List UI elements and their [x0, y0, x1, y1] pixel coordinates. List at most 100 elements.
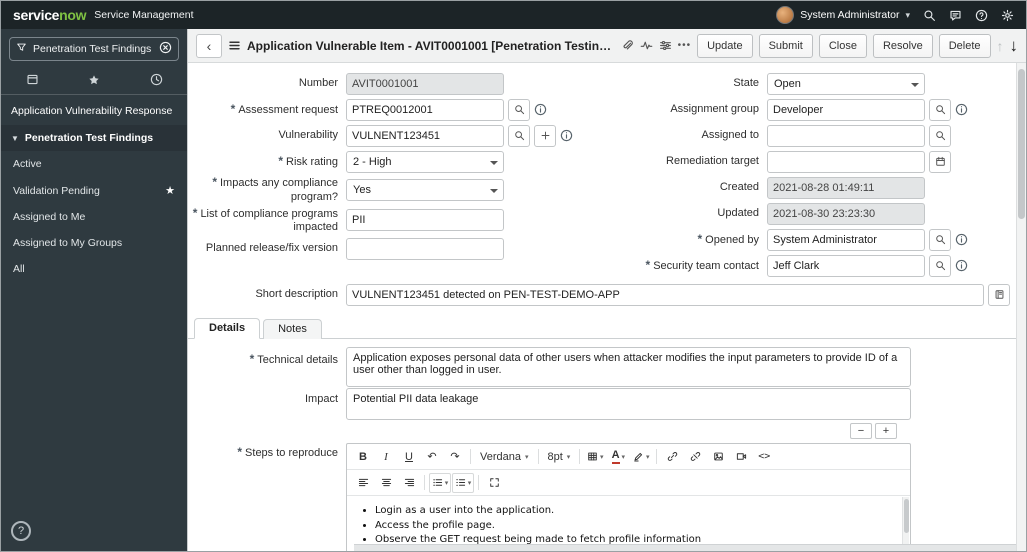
underline-button[interactable]: U	[398, 447, 420, 467]
fullscreen-icon[interactable]	[483, 473, 505, 493]
numbered-list-icon[interactable]: ▾	[452, 472, 474, 493]
filter-input[interactable]: Penetration Test Findings	[33, 43, 153, 55]
background-color-icon[interactable]: ▾	[630, 447, 652, 467]
remediation-target-calendar-icon[interactable]	[929, 150, 951, 173]
insert-video-icon[interactable]	[730, 447, 752, 467]
all-applications-tab[interactable]	[1, 65, 63, 94]
item-label: Validation Pending	[13, 184, 100, 197]
risk-rating-select[interactable]: 2 - High	[346, 150, 504, 173]
assigned-to-input[interactable]	[767, 124, 925, 147]
align-right-icon[interactable]	[398, 473, 420, 493]
remediation-target-input[interactable]	[767, 150, 925, 173]
grow-editor-button[interactable]: +	[875, 423, 897, 439]
activity-stream-icon[interactable]	[640, 39, 653, 52]
steps-label: * Steps to reproduce	[237, 445, 338, 459]
steps-editor-wrap: − + B I U ↶ ↷ Verdana ▾ 8pt ▾ ▾ A ▾ ▾ <>…	[346, 421, 911, 551]
tab-notes[interactable]: Notes	[263, 319, 322, 339]
search-icon[interactable]	[923, 9, 936, 22]
security-contact-lookup-icon[interactable]	[929, 254, 951, 277]
assignment-group-lookup-icon[interactable]	[929, 98, 951, 121]
italic-button[interactable]: I	[375, 447, 397, 467]
sidebar-item-active[interactable]: Active	[1, 151, 187, 177]
submit-button[interactable]: Submit	[758, 33, 813, 58]
help-icon[interactable]	[975, 9, 988, 22]
security-contact-info-icon[interactable]	[955, 259, 968, 272]
impact-textarea[interactable]: Potential PII data leakage	[346, 388, 911, 420]
align-left-icon[interactable]	[352, 473, 374, 493]
required-icon: *	[192, 205, 198, 220]
favorite-star-icon[interactable]: ★	[165, 184, 175, 197]
page-scrollbar-thumb[interactable]	[1018, 69, 1025, 219]
state-select[interactable]: Open	[767, 72, 925, 95]
remove-link-icon[interactable]	[684, 447, 706, 467]
back-button[interactable]: ‹	[196, 33, 222, 58]
sidebar-item-assigned-to-my-groups[interactable]: Assigned to My Groups	[1, 230, 187, 256]
knowledge-search-icon[interactable]	[988, 283, 1010, 306]
tab-details[interactable]: Details	[194, 318, 261, 339]
field-steps-to-reproduce: * Steps to reproduce − + B I U ↶ ↷ Verda…	[188, 421, 1016, 551]
redo-icon[interactable]: ↷	[444, 447, 466, 467]
delete-button[interactable]: Delete	[938, 33, 991, 58]
history-tab[interactable]	[125, 65, 187, 94]
assignment-group-input[interactable]	[767, 98, 925, 121]
insert-link-icon[interactable]	[661, 447, 683, 467]
close-button[interactable]: Close	[818, 33, 867, 58]
source-code-icon[interactable]: <>	[753, 447, 775, 467]
favorites-tab[interactable]	[63, 65, 125, 94]
impacts-compliance-select[interactable]: Yes	[346, 178, 504, 201]
insert-image-icon[interactable]	[707, 447, 729, 467]
opened-by-input[interactable]	[767, 228, 925, 251]
vulnerability-info-icon[interactable]	[560, 129, 573, 142]
page-scrollbar[interactable]	[1016, 63, 1026, 551]
sidebar-item-validation-pending[interactable]: Validation Pending ★	[1, 177, 187, 204]
undo-icon[interactable]: ↶	[421, 447, 443, 467]
chat-icon[interactable]	[949, 9, 962, 22]
clear-filter-icon[interactable]	[159, 41, 172, 57]
sidebar-item-assigned-to-me[interactable]: Assigned to Me	[1, 204, 187, 230]
align-center-icon[interactable]	[375, 473, 397, 493]
resolve-button[interactable]: Resolve	[872, 33, 933, 58]
module-section-penetration-test-findings[interactable]: ▼ Penetration Test Findings	[1, 125, 187, 151]
assigned-to-lookup-icon[interactable]	[929, 124, 951, 147]
planned-release-label: Planned release/fix version	[205, 241, 338, 254]
form-columns: Number *Assessment request Vulnerability	[188, 63, 1016, 279]
compliance-programs-input[interactable]	[346, 209, 504, 232]
editor-content[interactable]: Login as a user into the application. Ac…	[347, 496, 910, 551]
shrink-editor-button[interactable]: −	[850, 423, 872, 439]
editor-scrollbar-thumb[interactable]	[904, 499, 909, 533]
opened-by-info-icon[interactable]	[955, 233, 968, 246]
servicenow-logo[interactable]: servicenow	[13, 7, 87, 23]
next-record-icon[interactable]: ↓	[1010, 36, 1019, 56]
bullet-list-icon[interactable]: ▾	[429, 472, 451, 493]
assessment-request-input[interactable]	[346, 98, 504, 121]
assignment-group-info-icon[interactable]	[955, 103, 968, 116]
vulnerability-input[interactable]	[346, 124, 504, 147]
vulnerability-add-icon[interactable]	[534, 124, 556, 147]
security-contact-input[interactable]	[767, 254, 925, 277]
bold-button[interactable]: B	[352, 447, 374, 467]
sidebar-item-all[interactable]: All	[1, 256, 187, 282]
assessment-request-lookup-icon[interactable]	[508, 98, 530, 121]
attachment-paperclip-icon[interactable]	[621, 39, 634, 52]
editor-scrollbar[interactable]	[902, 497, 909, 551]
table-icon[interactable]: ▾	[584, 447, 606, 467]
state-label: State	[733, 76, 759, 89]
security-contact-label: * Security team contact	[645, 257, 759, 272]
gear-icon[interactable]	[1001, 9, 1014, 22]
font-size-select[interactable]: 8pt ▾	[543, 447, 576, 467]
update-button[interactable]: Update	[697, 33, 753, 58]
planned-release-input[interactable]	[346, 237, 504, 260]
short-description-input[interactable]	[346, 283, 984, 306]
vulnerability-lookup-icon[interactable]	[508, 124, 530, 147]
user-menu[interactable]: System Administrator ▾	[776, 6, 910, 24]
technical-details-textarea[interactable]: Application exposes personal data of oth…	[346, 347, 911, 387]
more-options-icon[interactable]: •••	[678, 40, 692, 51]
opened-by-lookup-icon[interactable]	[929, 228, 951, 251]
help-circle-button[interactable]: ?	[11, 521, 31, 541]
filter-navigator[interactable]: Penetration Test Findings	[9, 37, 179, 61]
personalize-form-icon[interactable]	[659, 39, 672, 52]
font-color-icon[interactable]: A ▾	[607, 447, 629, 467]
assessment-request-info-icon[interactable]	[534, 103, 547, 116]
font-family-select[interactable]: Verdana ▾	[475, 447, 534, 467]
form-context-menu-icon[interactable]	[228, 39, 241, 52]
